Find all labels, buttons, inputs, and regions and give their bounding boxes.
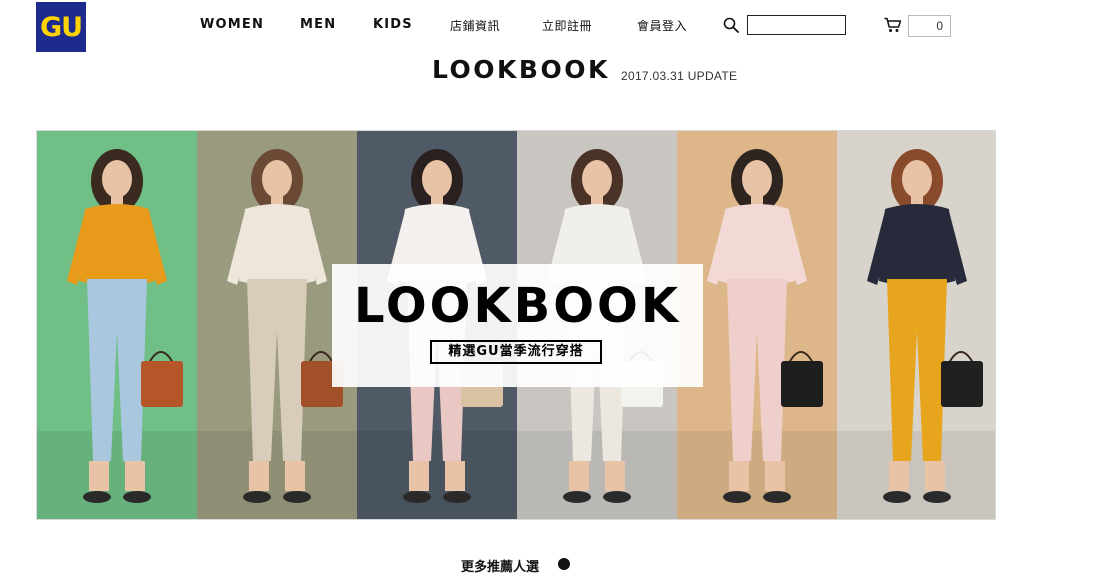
search-input[interactable] (747, 15, 846, 35)
nav-kids[interactable]: KIDS (373, 17, 413, 32)
search-icon[interactable] (723, 17, 739, 33)
banner-title: LOOKBOOK (353, 278, 682, 334)
nav-men[interactable]: MEN (300, 17, 336, 32)
lookbook-photo-1[interactable] (37, 131, 197, 519)
nav-women[interactable]: WOMEN (200, 17, 264, 32)
banner-overlay: LOOKBOOK 精選GU當季流行穿搭 (332, 264, 703, 387)
banner-subtitle: 精選GU當季流行穿搭 (430, 340, 602, 364)
nav-register[interactable]: 立即註冊 (542, 17, 592, 34)
nav-stores[interactable]: 店鋪資訊 (450, 17, 500, 34)
update-date: 2017.03.31 UPDATE (621, 69, 738, 83)
section-heading-partial: 更多推薦人選 (461, 560, 540, 575)
gu-logo[interactable]: GU (36, 2, 86, 52)
arrow-circle-icon[interactable] (558, 558, 570, 570)
nav-login[interactable]: 會員登入 (637, 17, 687, 34)
cart-icon[interactable] (884, 17, 902, 33)
lookbook-banner[interactable]: LOOKBOOK 精選GU當季流行穿搭 (36, 130, 996, 520)
lookbook-photo-6[interactable] (837, 131, 995, 519)
cart-count[interactable]: 0 (908, 15, 951, 37)
logo-text: GU (39, 11, 83, 43)
page-title: LOOKBOOK (432, 55, 610, 84)
